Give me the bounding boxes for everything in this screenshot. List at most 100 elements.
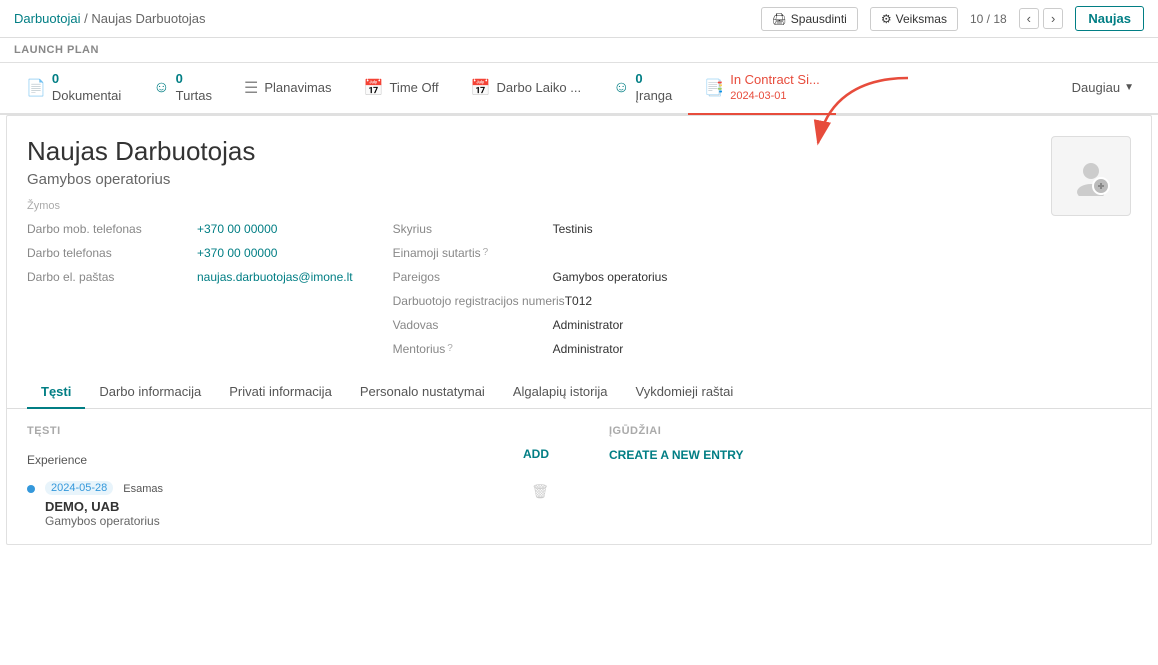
field-skyrius: Skyrius Testinis	[393, 222, 673, 236]
new-button[interactable]: Naujas	[1075, 6, 1144, 31]
breadcrumb: Darbuotojai / Naujas Darbuotojas	[14, 11, 206, 26]
tab-personalo[interactable]: Personalo nustatymai	[346, 376, 499, 409]
tab-dokumentai[interactable]: 📄 0 Dokumentai	[10, 63, 137, 115]
tags-label: Žymos	[27, 200, 1051, 212]
fields-right: Skyrius Testinis Einamoji sutartis ? Par…	[393, 222, 673, 356]
pareigos-label: Pareigos	[393, 270, 553, 284]
main-content-wrapper: Naujas Darbuotojas Gamybos operatorius Ž…	[6, 115, 1152, 545]
pareigos-value: Gamybos operatorius	[553, 270, 668, 284]
mentorius-label: Mentorius ?	[393, 342, 553, 356]
planavimas-label: Planavimas	[264, 80, 331, 95]
reg-numeris-value: T012	[565, 294, 592, 308]
sutartis-label: Einamoji sutartis ?	[393, 246, 553, 260]
mob-phone-label: Darbo mob. telefonas	[27, 222, 197, 236]
avatar[interactable]	[1051, 136, 1131, 216]
experience-entry: 2024-05-28 Esamas DEMO, UAB Gamybos oper…	[45, 481, 521, 528]
field-pareigos: Pareigos Gamybos operatorius	[393, 270, 673, 284]
exp-company: DEMO, UAB	[45, 499, 521, 514]
document-icon: 📄	[26, 78, 46, 98]
tab-more[interactable]: Daugiau ▼	[1058, 63, 1148, 113]
turtas-label: Turtas	[176, 88, 212, 105]
tab-timeoff[interactable]: 📅 Time Off	[348, 63, 455, 115]
employee-role: Gamybos operatorius	[27, 171, 1051, 188]
nav-arrows: ‹ ›	[1019, 8, 1064, 29]
tab-contract[interactable]: 📑 In Contract Si... 2024-03-01	[688, 63, 836, 115]
iranga-icon: ☺	[613, 79, 629, 97]
tab-content: TĘSTI Experience ADD 2024-05-28 Esamas	[7, 409, 1151, 544]
planavimas-icon: ☰	[244, 78, 258, 98]
vadovas-label: Vadovas	[393, 318, 553, 332]
field-mentorius: Mentorius ? Administrator	[393, 342, 673, 356]
employee-name: Naujas Darbuotojas	[27, 136, 1051, 167]
employee-info: Naujas Darbuotojas Gamybos operatorius Ž…	[27, 136, 1051, 356]
breadcrumb-area: Darbuotojai / Naujas Darbuotojas	[14, 11, 206, 26]
darbolaiko-icon: 📅	[471, 78, 491, 98]
tab-darbo-info[interactable]: Darbo informacija	[85, 376, 215, 409]
fields-grid: Darbo mob. telefonas +370 00 00000 Darbo…	[27, 222, 1051, 356]
tab-planavimas[interactable]: ☰ Planavimas	[228, 63, 348, 115]
print-button[interactable]: 🖨 Spausdinti	[761, 7, 858, 31]
create-new-entry-button[interactable]: CREATE A NEW ENTRY	[609, 448, 743, 462]
reg-numeris-label: Darbuotojo registracijos numeris	[393, 294, 565, 308]
inner-tabs: Tęsti Darbo informacija Privati informac…	[7, 376, 1151, 409]
skyrius-label: Skyrius	[393, 222, 553, 236]
field-reg-numeris: Darbuotojo registracijos numeris T012	[393, 294, 673, 308]
field-email: Darbo el. paštas naujas.darbuotojas@imon…	[27, 270, 353, 284]
tab-iranga[interactable]: ☺ 0 Įranga	[597, 63, 688, 115]
email-label: Darbo el. paštas	[27, 270, 197, 284]
exp-status: Esamas	[123, 483, 163, 495]
tab-section: TĘSTI Experience ADD 2024-05-28 Esamas	[27, 425, 1131, 528]
action-button[interactable]: ⚙ Veiksmas	[870, 7, 958, 31]
nav-next-button[interactable]: ›	[1043, 8, 1063, 29]
skyrius-value: Testinis	[553, 222, 593, 236]
fields-left: Darbo mob. telefonas +370 00 00000 Darbo…	[27, 222, 353, 356]
timeoff-icon: 📅	[364, 78, 384, 98]
field-mob-phone: Darbo mob. telefonas +370 00 00000	[27, 222, 353, 236]
experience-dot	[27, 485, 35, 493]
stat-tabs: 📄 0 Dokumentai ☺ 0 Turtas ☰ Planavimas 📅	[0, 63, 1158, 115]
igudžiai-section-title: ĮGŪDŽIAI	[609, 425, 1131, 437]
nav-prev-button[interactable]: ‹	[1019, 8, 1039, 29]
chevron-down-icon: ▼	[1124, 82, 1134, 93]
topbar: Darbuotojai / Naujas Darbuotojas 🖨 Spaus…	[0, 0, 1158, 38]
experience-subtitle: Experience	[27, 453, 87, 467]
email-value[interactable]: naujas.darbuotojas@imone.lt	[197, 270, 353, 284]
tab-darbolaiko[interactable]: 📅 Darbo Laiko ...	[455, 63, 597, 115]
field-sutartis: Einamoji sutartis ?	[393, 246, 673, 260]
turtas-count: 0	[176, 71, 212, 88]
launch-bar: LAUNCH PLAN	[0, 38, 1158, 63]
tab-algalapiu[interactable]: Algalapių istorija	[499, 376, 622, 409]
question-icon-2: ?	[447, 343, 453, 354]
dokumentai-label: Dokumentai	[52, 88, 121, 105]
tab-vykdomieji[interactable]: Vykdomieji raštai	[622, 376, 748, 409]
darbolaiko-label: Darbo Laiko ...	[497, 80, 582, 95]
breadcrumb-current: Naujas Darbuotojas	[91, 11, 205, 26]
field-vadovas: Vadovas Administrator	[393, 318, 673, 332]
delete-experience-button[interactable]: 🗑	[531, 481, 549, 500]
tab-privati[interactable]: Privati informacija	[215, 376, 346, 409]
timeoff-label: Time Off	[389, 80, 438, 95]
add-experience-button[interactable]: ADD	[523, 447, 549, 461]
more-label: Daugiau	[1072, 80, 1120, 95]
igudžiai-section: ĮGŪDŽIAI CREATE A NEW ENTRY	[609, 425, 1131, 528]
breadcrumb-link[interactable]: Darbuotojai	[14, 11, 81, 26]
work-phone-value[interactable]: +370 00 00000	[197, 246, 277, 260]
turtas-icon: ☺	[153, 79, 169, 97]
mob-phone-value[interactable]: +370 00 00000	[197, 222, 277, 236]
work-phone-label: Darbo telefonas	[27, 246, 197, 260]
topbar-actions: 🖨 Spausdinti ⚙ Veiksmas 10 / 18 ‹ › Nauj…	[761, 6, 1144, 31]
nav-counter: 10 / 18	[970, 12, 1007, 26]
field-work-phone: Darbo telefonas +370 00 00000	[27, 246, 353, 260]
testi-section: TĘSTI Experience ADD 2024-05-28 Esamas	[27, 425, 549, 528]
contract-name: In Contract Si...	[730, 72, 820, 89]
contract-date: 2024-03-01	[730, 89, 786, 103]
exp-date: 2024-05-28	[45, 481, 113, 495]
contract-icon: 📑	[704, 78, 724, 98]
tab-testi[interactable]: Tęsti	[27, 376, 85, 409]
tab-turtas[interactable]: ☺ 0 Turtas	[137, 63, 228, 115]
employee-header: Naujas Darbuotojas Gamybos operatorius Ž…	[7, 116, 1151, 356]
question-icon: ?	[483, 247, 489, 258]
printer-icon: 🖨	[772, 12, 787, 26]
mentorius-value: Administrator	[553, 342, 624, 356]
dokumentai-count: 0	[52, 71, 121, 88]
